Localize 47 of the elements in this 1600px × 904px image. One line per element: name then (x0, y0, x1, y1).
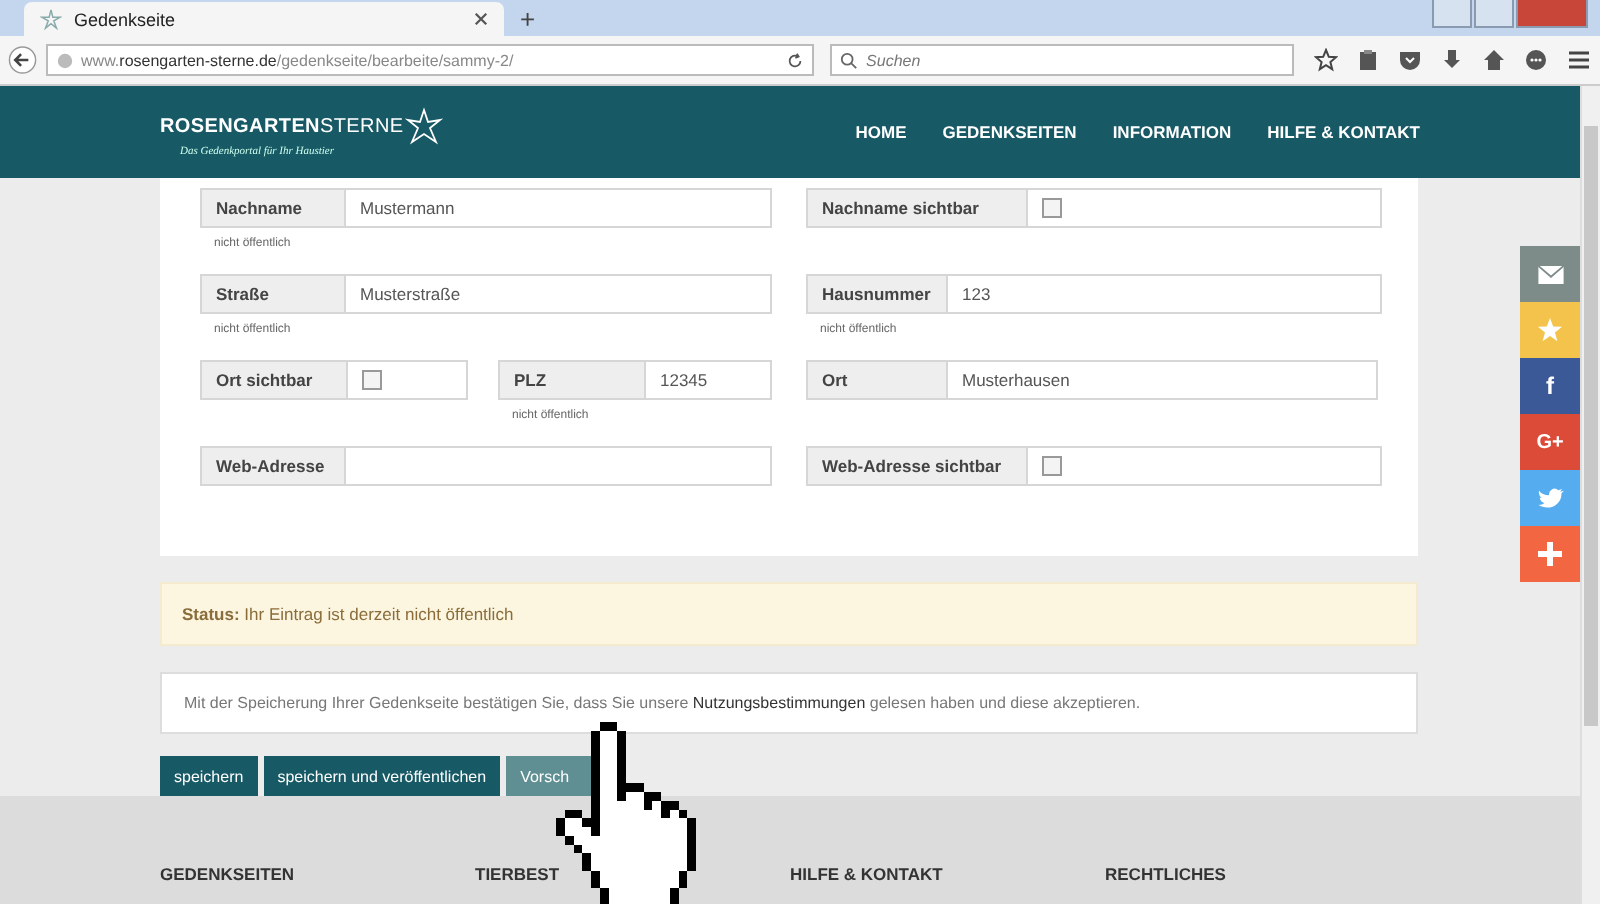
share-button[interactable] (1520, 526, 1580, 582)
back-icon[interactable] (8, 42, 38, 78)
star-icon[interactable] (1314, 48, 1339, 72)
new-tab-button[interactable]: + (520, 4, 536, 36)
share-button[interactable]: f (1520, 358, 1580, 414)
pocket-icon[interactable] (1398, 48, 1423, 72)
plus-icon (1538, 542, 1562, 566)
tab-title: Gedenkseite (74, 9, 178, 29)
chat-icon[interactable] (1524, 48, 1549, 72)
checkbox[interactable] (1042, 456, 1062, 476)
field-label: Nachname sichtbar (808, 190, 1028, 226)
home-icon[interactable] (1482, 48, 1507, 72)
scrollbar-thumb[interactable] (1584, 126, 1598, 726)
browser-tab[interactable]: Gedenkseite (24, 2, 504, 36)
nav-link[interactable]: INFORMATION (1112, 122, 1232, 142)
bird-icon (1537, 487, 1563, 509)
status-message: Status: Ihr Eintrag ist derzeit nicht öffentlich (160, 582, 1418, 646)
share-button[interactable] (1520, 246, 1580, 302)
footer-heading: TIERBEST (475, 864, 562, 888)
mail-icon (1537, 265, 1563, 283)
checkbox[interactable] (362, 370, 382, 390)
clipboard-icon[interactable] (1356, 48, 1381, 72)
footer-heading: HILFE & KONTAKT (790, 864, 945, 888)
nav-link[interactable]: GEDENKSEITEN (942, 122, 1077, 142)
nav-link[interactable]: HILFE & KONTAKT (1267, 122, 1420, 142)
menu-icon[interactable] (1566, 48, 1593, 72)
star-flower-icon (403, 106, 444, 146)
field-label: Ort sichtbar (202, 362, 348, 398)
star-icon (1538, 318, 1562, 342)
footer-heading: GEDENKSEITEN (160, 864, 297, 888)
share-button[interactable]: G+ (1520, 414, 1580, 470)
search-icon (840, 51, 859, 69)
footer-heading: RECHTLICHES (1105, 864, 1228, 888)
checkbox[interactable] (1042, 198, 1062, 218)
terms-link[interactable]: Nutzungsbestimmungen (692, 694, 866, 712)
search-field[interactable]: Suchen (830, 44, 1295, 76)
form-button[interactable]: speichern (160, 756, 258, 796)
logo-text[interactable]: ROSENGARTENSTERNE (160, 115, 404, 137)
reload-icon[interactable] (786, 51, 805, 69)
share-button[interactable] (1520, 470, 1580, 526)
download-icon[interactable] (1440, 48, 1465, 72)
terms-notice: Mit der Speicherung Ihrer Gedenkseite bestätigen Sie, dass Sie unsere Nutzungsbestimmungen gelesen haben und diese akzeptieren. (160, 672, 1418, 734)
nav-link[interactable]: HOME (855, 122, 907, 142)
field-label: Web-Adresse sichtbar (808, 448, 1028, 484)
search-input[interactable]: Suchen (866, 48, 1285, 72)
form-button[interactable]: speichern und veröffentlichen (263, 756, 501, 796)
address-field[interactable]: www.rosengarten-sterne.de/gedenkseite/bearbeite/sammy-2/ (45, 44, 815, 76)
